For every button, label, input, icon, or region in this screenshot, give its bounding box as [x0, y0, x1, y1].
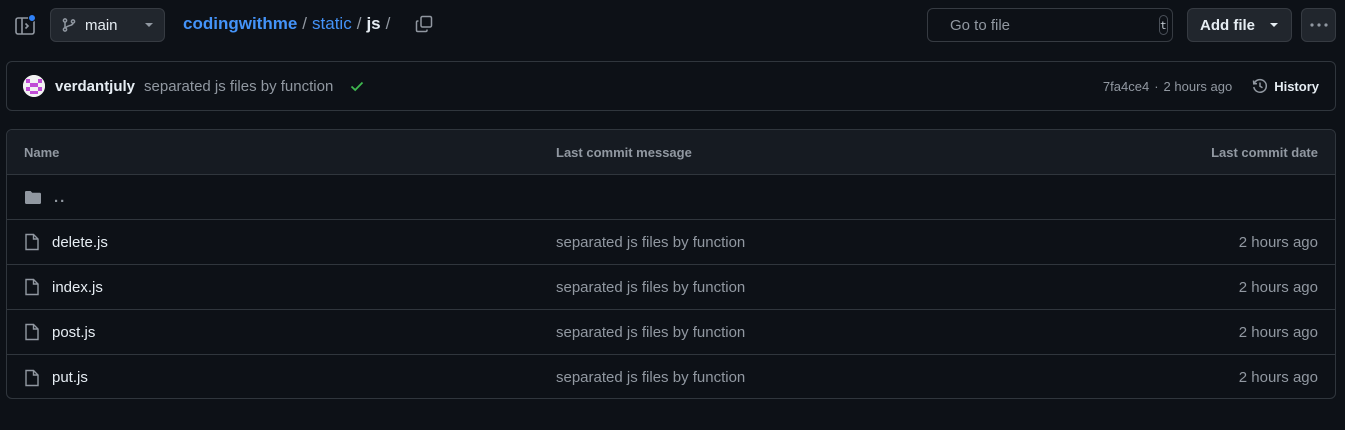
file-commit-message[interactable]: separated js files by function: [556, 234, 745, 251]
breadcrumb-separator: /: [385, 14, 391, 33]
parent-directory-row[interactable]: ..: [7, 175, 1335, 220]
check-icon: [351, 81, 364, 92]
history-icon: [1252, 78, 1268, 93]
breadcrumb-separator: /: [356, 14, 362, 33]
file-commit-date: 2 hours ago: [1238, 233, 1318, 251]
file-commit-date: 2 hours ago: [1238, 278, 1318, 296]
commit-time: 2 hours ago: [1163, 78, 1233, 94]
notification-dot: [28, 14, 36, 22]
copy-path-button[interactable]: [414, 14, 434, 34]
git-branch-icon: [62, 18, 76, 32]
file-icon: [24, 233, 40, 251]
folder-icon: [24, 188, 42, 206]
search-input[interactable]: [950, 16, 1149, 34]
branch-selector-button[interactable]: main: [50, 8, 165, 42]
breadcrumb-separator: /: [302, 14, 308, 33]
breadcrumb-current: js: [366, 14, 381, 33]
file-name-link[interactable]: index.js: [52, 279, 103, 296]
copy-icon: [415, 15, 433, 33]
column-header-message: Last commit message: [556, 144, 692, 160]
file-icon: [24, 323, 40, 341]
breadcrumb: codingwithme / static / js /: [183, 12, 395, 36]
parent-directory-label: ..: [54, 188, 67, 206]
latest-commit-bar: verdantjuly separated js files by functi…: [6, 61, 1336, 111]
file-name-link[interactable]: post.js: [52, 324, 95, 341]
add-file-button[interactable]: Add file: [1187, 8, 1292, 42]
chevron-down-icon: [1270, 23, 1278, 27]
file-icon: [24, 278, 40, 296]
kebab-horizontal-icon: [1309, 23, 1328, 27]
file-commit-message[interactable]: separated js files by function: [556, 279, 745, 296]
branch-name: main: [85, 16, 118, 34]
file-name-cell: index.js: [24, 278, 103, 296]
commit-meta: 7fa4ce4 · 2 hours ago: [1103, 79, 1232, 94]
file-commit-date: 2 hours ago: [1238, 323, 1318, 341]
file-commit-date: 2 hours ago: [1238, 369, 1318, 386]
column-header-name: Name: [24, 144, 60, 160]
table-row[interactable]: index.js separated js files by function …: [7, 265, 1335, 310]
add-file-label: Add file: [1200, 16, 1255, 34]
file-commit-message[interactable]: separated js files by function: [556, 369, 745, 386]
file-name-cell: post.js: [24, 323, 95, 341]
history-label: History: [1274, 78, 1319, 94]
file-icon: [24, 369, 40, 387]
commit-status[interactable]: [349, 78, 365, 94]
file-table: Name Last commit message Last commit dat…: [6, 129, 1336, 399]
more-options-button[interactable]: [1301, 8, 1336, 42]
file-name-link[interactable]: delete.js: [52, 234, 108, 251]
go-to-file-search[interactable]: t: [927, 8, 1173, 42]
commit-author-link[interactable]: verdantjuly: [55, 78, 135, 95]
chevron-down-icon: [145, 23, 153, 27]
file-commit-message[interactable]: separated js files by function: [556, 324, 745, 341]
identicon-icon: [23, 75, 45, 97]
column-header-date: Last commit date: [1211, 144, 1318, 160]
breadcrumb-folder-link[interactable]: static: [312, 14, 352, 34]
file-name-link[interactable]: put.js: [52, 369, 88, 386]
commit-message-link[interactable]: separated js files by function: [144, 78, 333, 95]
file-name-cell: put.js: [24, 369, 88, 387]
history-button[interactable]: History: [1252, 78, 1319, 94]
breadcrumb-repo-link[interactable]: codingwithme: [183, 14, 297, 34]
file-name-cell: delete.js: [24, 233, 108, 251]
keyboard-shortcut-hint: t: [1159, 15, 1168, 35]
meta-separator: ·: [1154, 78, 1159, 94]
commit-hash-link[interactable]: 7fa4ce4: [1103, 79, 1149, 94]
sidebar-toggle-button[interactable]: [12, 14, 38, 38]
table-row[interactable]: put.js separated js files by function 2 …: [7, 355, 1335, 398]
parent-directory-link[interactable]: ..: [24, 188, 66, 206]
table-row[interactable]: delete.js separated js files by function…: [7, 220, 1335, 265]
avatar[interactable]: [23, 75, 45, 97]
table-header: Name Last commit message Last commit dat…: [7, 130, 1335, 175]
table-row[interactable]: post.js separated js files by function 2…: [7, 310, 1335, 355]
